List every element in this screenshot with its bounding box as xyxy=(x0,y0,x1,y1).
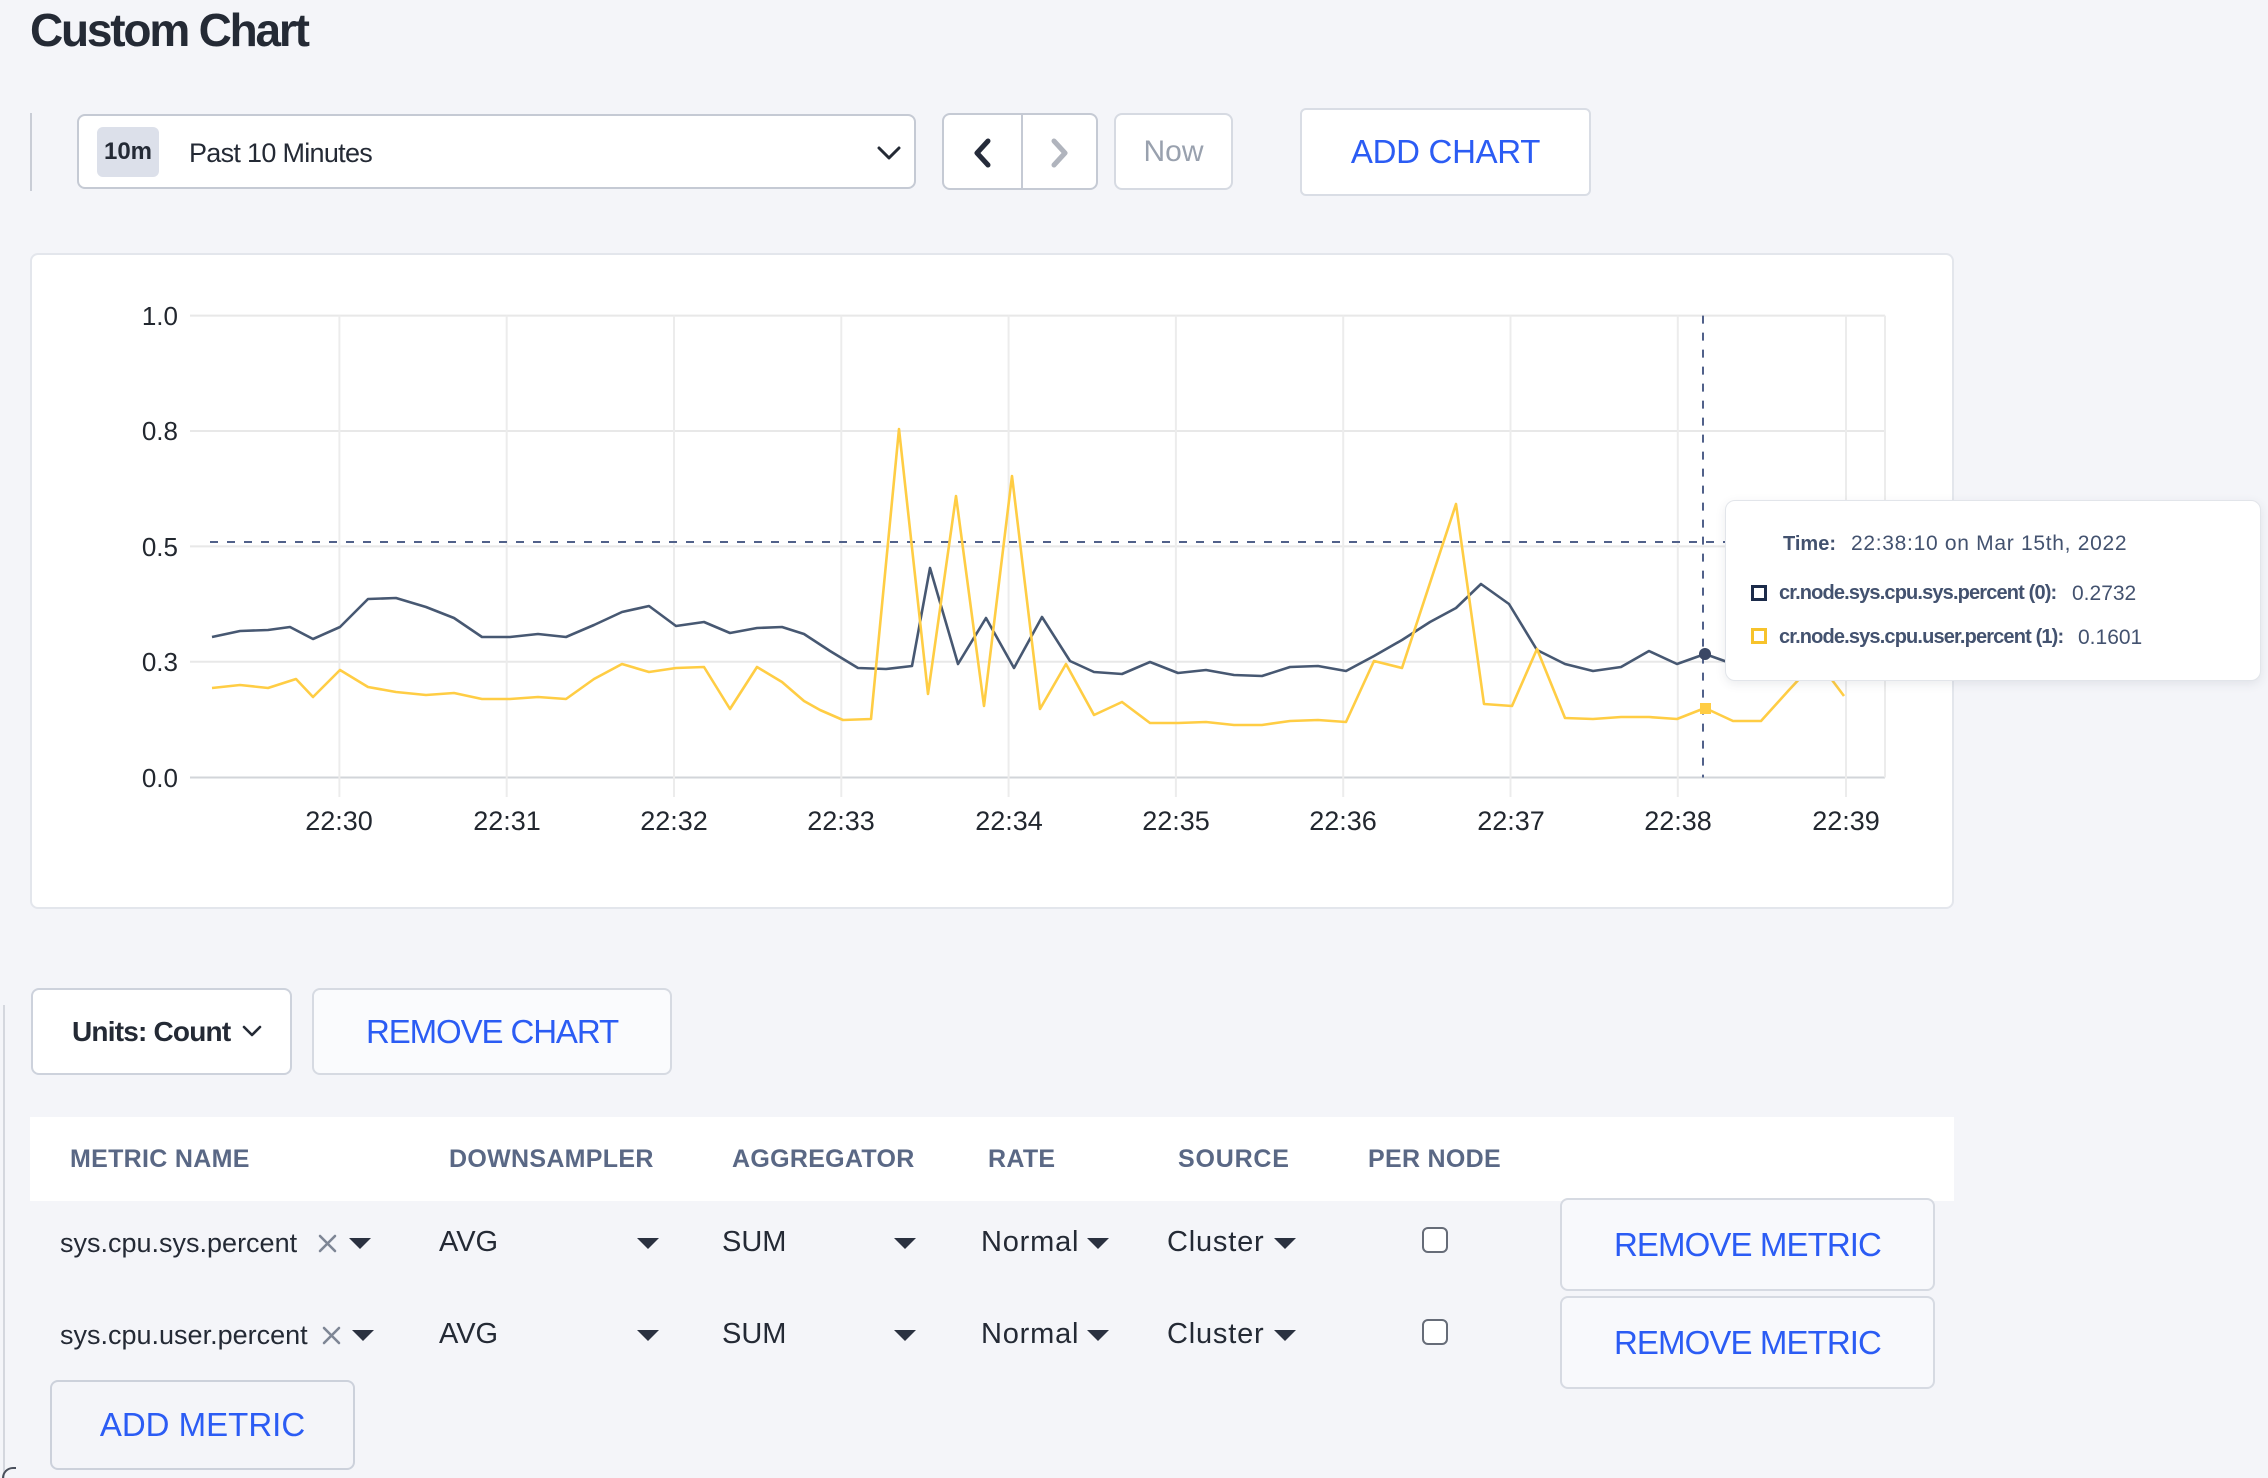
svg-text:22:39: 22:39 xyxy=(1812,806,1880,836)
svg-text:22:35: 22:35 xyxy=(1142,806,1210,836)
svg-text:1.0: 1.0 xyxy=(142,301,178,331)
svg-text:22:33: 22:33 xyxy=(807,806,875,836)
svg-text:0.3: 0.3 xyxy=(142,647,178,677)
svg-text:22:34: 22:34 xyxy=(975,806,1043,836)
svg-text:22:37: 22:37 xyxy=(1477,806,1545,836)
svg-text:0.5: 0.5 xyxy=(142,532,178,562)
svg-text:22:32: 22:32 xyxy=(640,806,708,836)
svg-text:22:36: 22:36 xyxy=(1309,806,1377,836)
svg-text:22:31: 22:31 xyxy=(473,806,541,836)
svg-text:22:38: 22:38 xyxy=(1644,806,1712,836)
svg-text:0.0: 0.0 xyxy=(142,763,178,793)
svg-text:22:30: 22:30 xyxy=(305,806,373,836)
svg-text:0.8: 0.8 xyxy=(142,416,178,446)
